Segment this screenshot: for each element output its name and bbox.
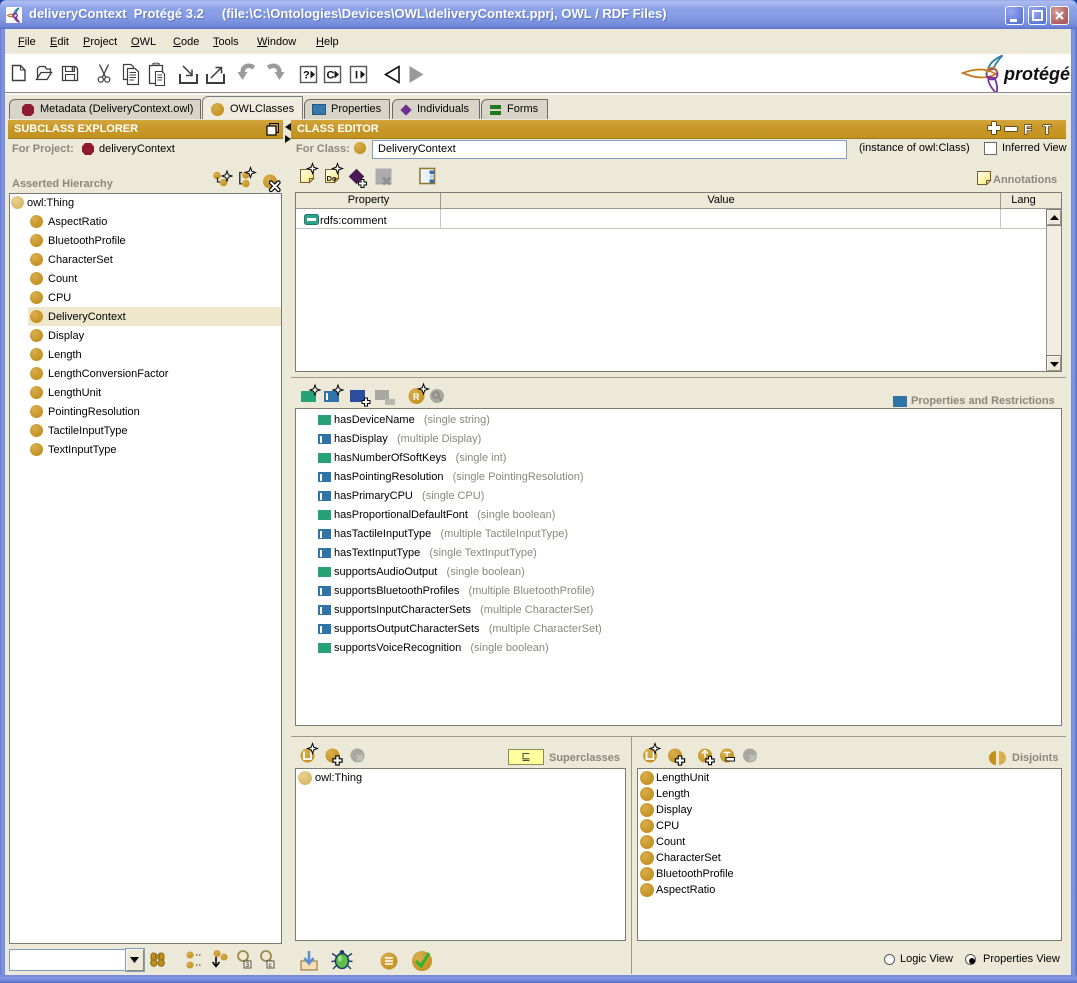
- svg-text:c: c: [269, 962, 273, 969]
- svg-text:R: R: [413, 392, 420, 402]
- svg-text:?: ?: [303, 70, 310, 82]
- svg-text:C: C: [327, 70, 335, 82]
- svg-text:protégé: protégé: [1003, 64, 1070, 84]
- svg-text:I: I: [355, 70, 358, 82]
- svg-text:3: 3: [246, 962, 250, 969]
- svg-text:Do: Do: [327, 174, 337, 183]
